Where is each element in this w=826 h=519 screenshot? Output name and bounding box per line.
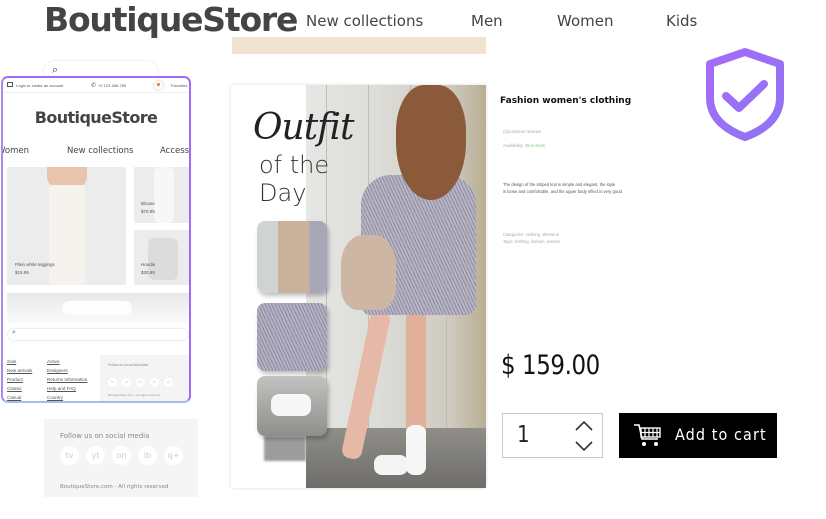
availability: Availability: 35 in stock	[503, 143, 545, 148]
social-yt-icon[interactable]: yt	[86, 446, 105, 465]
top-nav: New collections Men Women Kids	[0, 12, 826, 32]
banner-script-title: Outfit	[253, 107, 354, 148]
tile-price: $70.99	[141, 209, 155, 214]
footer-link[interactable]: New arrivals	[7, 367, 32, 376]
footer-link[interactable]: Help and FAQ	[47, 385, 87, 394]
quantity-stepper[interactable]: 1	[502, 413, 603, 458]
preview-nav-new-collections[interactable]: New collections	[67, 146, 133, 156]
preview-social-panel: Follow us on social media tv yt on lb q+ Bou…	[100, 355, 189, 401]
availability-label: Availability:	[503, 143, 524, 148]
preview-nav-accessories[interactable]: Accessories	[160, 146, 189, 156]
social-lb-icon[interactable]: lb	[138, 446, 157, 465]
banner-line-1: of the	[259, 151, 330, 179]
quantity-value[interactable]: 1	[517, 422, 529, 448]
product-price: $ 159.00	[501, 350, 600, 381]
availability-value: 35 in stock	[525, 143, 546, 148]
thumbnail-shadow	[264, 436, 306, 461]
product-tile-leggings[interactable]: Plain white leggings $19.99	[7, 167, 126, 285]
footer-link[interactable]: Classic	[7, 385, 32, 394]
footer-links-col2: Active Designers Returns Information Hel…	[47, 358, 87, 401]
preview-nav-women[interactable]: Women	[3, 146, 29, 156]
preview-phone: +0 123 456-789	[98, 83, 127, 88]
preview-login-link[interactable]: Login or create an account	[16, 83, 63, 88]
mobile-preview-card: Login or create an account ✆ +0 123 456-…	[1, 76, 191, 403]
chevron-up-icon[interactable]	[573, 417, 595, 435]
social-qplus-icon[interactable]: q+	[164, 378, 173, 387]
shoe-image	[62, 301, 132, 315]
banner-line-2: Day	[259, 179, 307, 207]
customer-reviews-link[interactable]: (2)customer reviews	[503, 129, 541, 134]
social-title: Follow us on social media	[60, 432, 150, 440]
footer-link[interactable]: Designers	[47, 367, 87, 376]
product-description: The design of the striped knit is simple…	[503, 181, 633, 195]
social-title: Follow us on social media	[108, 363, 149, 367]
social-on-icon[interactable]: on	[112, 446, 131, 465]
banner-subtitle: of the Day	[259, 151, 329, 207]
thumbnail-shirt[interactable]	[257, 303, 327, 371]
tile-name: Plain white leggings	[15, 262, 55, 267]
product-tile-blouse[interactable]: Blouse $70.99	[134, 167, 189, 223]
shopping-cart-icon	[634, 424, 661, 446]
footer-link[interactable]: Country	[47, 394, 87, 401]
footer-link[interactable]: Returns Information	[47, 376, 87, 385]
search-icon: ⌕	[12, 329, 16, 336]
preview-logo: BoutiqueStore	[34, 108, 158, 127]
thumbnail-sneakers[interactable]	[257, 376, 327, 436]
nav-men[interactable]: Men	[471, 12, 503, 30]
preview-favorites[interactable]: Favorites	[171, 83, 187, 88]
product-tile-hoodie[interactable]: Hoodie $30.99	[134, 230, 189, 285]
description-line: The design of the striped knit is simple…	[503, 182, 616, 187]
copyright: BoutiqueStore.com - All rights reserved	[60, 484, 169, 490]
shield-check-icon	[702, 46, 788, 142]
model-torso	[47, 167, 87, 187]
heart-icon[interactable]: ♥	[154, 81, 163, 90]
footer-link[interactable]: Active	[47, 358, 87, 367]
product-tags: Tags: clothing, fashion, women	[503, 239, 561, 244]
footer-links-col1: Sale New arrivals Product Classic Casual	[7, 358, 32, 401]
footer-link[interactable]: Casual	[7, 394, 32, 401]
social-qplus-icon[interactable]: q+	[164, 446, 183, 465]
nav-women[interactable]: Women	[557, 12, 613, 30]
tile-name: Blouse	[141, 201, 155, 206]
social-yt-icon[interactable]: yt	[122, 378, 131, 387]
social-lb-icon[interactable]: lb	[150, 378, 159, 387]
preview-topbar: Login or create an account ✆ +0 123 456-…	[3, 78, 189, 93]
description-line: is loose and comfortable, and the upper …	[503, 189, 622, 194]
beige-banner-strip	[232, 37, 486, 54]
tile-price: $30.99	[141, 270, 155, 275]
blouse-image	[154, 167, 174, 223]
add-to-cart-label: Add to cart	[675, 425, 767, 444]
tile-name: Hoodie	[141, 262, 156, 267]
product-image-card[interactable]: Outfit of the Day	[231, 85, 486, 488]
leggings-image	[49, 185, 85, 285]
tile-price: $19.99	[15, 270, 29, 275]
product-categories: Categories: clothing, Womens	[503, 232, 559, 237]
social-tv-icon[interactable]: tv	[108, 378, 117, 387]
social-panel: Follow us on social media tv yt on lb q+…	[44, 419, 198, 497]
footer-link[interactable]: Sale	[7, 358, 32, 367]
social-on-icon[interactable]: on	[136, 378, 145, 387]
chevron-down-icon[interactable]	[573, 437, 595, 455]
nav-kids[interactable]: Kids	[666, 12, 697, 30]
nav-new-collections[interactable]: New collections	[306, 12, 423, 30]
footer-link[interactable]: Product	[7, 376, 32, 385]
phone-icon: ✆	[91, 83, 97, 89]
copyright: BoutiqueStore.com - All rights reserved	[108, 393, 161, 397]
product-title: Fashion women's clothing	[500, 96, 632, 106]
social-tv-icon[interactable]: tv	[60, 446, 79, 465]
add-to-cart-button[interactable]: Add to cart	[619, 413, 777, 458]
preview-search-input[interactable]: ⌕	[8, 329, 188, 340]
login-icon	[7, 82, 13, 87]
shoe-banner[interactable]	[7, 293, 189, 323]
thumbnail-bag[interactable]	[257, 221, 327, 293]
